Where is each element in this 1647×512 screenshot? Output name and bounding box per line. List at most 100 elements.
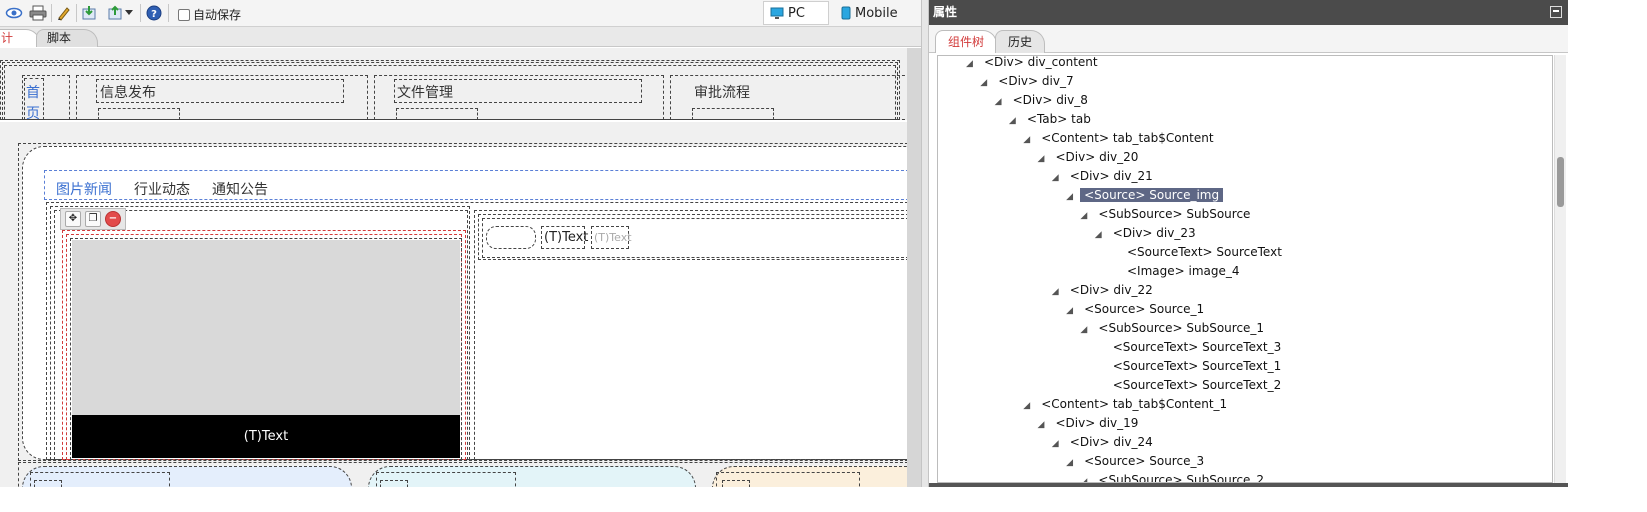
expand-triangle-icon[interactable]: ◢ <box>1080 321 1094 340</box>
tree-node[interactable]: <SourceText> SourceText_3 <box>1095 338 1286 357</box>
tab-component-tree[interactable]: 组件树 <box>935 30 998 53</box>
tree-node[interactable]: ◢ <Div> div_24 <box>1052 433 1157 452</box>
nav-approval[interactable]: 审批流程 <box>694 82 750 102</box>
tree-node-label: <SubSource> SubSource <box>1098 207 1251 221</box>
tree-node[interactable]: ◢ <SubSource> SubSource_1 <box>1080 319 1268 338</box>
tree-node[interactable]: ◢ <Source> Source_img <box>1066 186 1224 207</box>
expand-triangle-icon[interactable]: ◢ <box>1023 397 1037 416</box>
expand-triangle-icon[interactable]: ◢ <box>1066 302 1080 321</box>
text-block-2[interactable]: (T)Text <box>591 226 632 249</box>
tree-node[interactable]: ◢ <Div> div_content <box>966 55 1102 74</box>
expand-triangle-icon[interactable]: ◢ <box>1023 131 1037 150</box>
expand-triangle-icon[interactable]: ◢ <box>1080 473 1094 482</box>
news-tab-0[interactable]: 图片新闻 <box>56 179 112 199</box>
tree-node[interactable]: ◢ <Div> div_19 <box>1038 414 1143 433</box>
tree-node[interactable]: <Image> image_4 <box>1109 262 1244 281</box>
tab-design[interactable]: 计 <box>0 29 40 47</box>
panel-title-text: 属性 <box>933 5 958 19</box>
tree-node-label: <Div> div_7 <box>998 74 1074 88</box>
tree-node-label: <Div> div_19 <box>1055 416 1139 430</box>
tree-node[interactable]: ◢ <SubSource> SubSource_2 <box>1080 471 1268 482</box>
image-caption[interactable]: (T)Text <box>72 415 460 458</box>
phone-icon <box>841 6 851 20</box>
text-block-1[interactable]: (T)Text <box>541 226 588 249</box>
nav-home[interactable]: 首 <box>26 82 40 102</box>
tree-node-label: <Div> div_content <box>984 55 1098 69</box>
tree-node[interactable]: ◢ <Source> Source_3 <box>1066 452 1208 471</box>
nav-info-publish[interactable]: 信息发布 <box>100 82 156 102</box>
tree-node-label: <Div> div_20 <box>1055 150 1139 164</box>
tree-node[interactable]: ◢ <Div> div_21 <box>1052 167 1157 186</box>
news-tab-2[interactable]: 通知公告 <box>212 179 268 199</box>
editor-tabs: 计 脚本 <box>0 27 921 47</box>
tab-history[interactable]: 历史 <box>995 30 1046 53</box>
tab-component-tree-label: 组件树 <box>948 35 985 49</box>
expand-triangle-icon[interactable]: ◢ <box>1052 435 1066 454</box>
expand-triangle-icon[interactable]: ◢ <box>1052 283 1066 302</box>
expand-triangle-icon[interactable]: ◢ <box>1038 416 1052 435</box>
tree-node-label: <Image> image_4 <box>1127 264 1240 278</box>
chevron-down-icon[interactable] <box>124 4 134 22</box>
tree-node-label: <Source> Source_img <box>1080 188 1224 202</box>
tree-node-label: <Div> div_21 <box>1069 169 1153 183</box>
nav-file-manage[interactable]: 文件管理 <box>397 82 453 102</box>
tab-design-label: 计 <box>1 31 14 45</box>
tree-node[interactable]: <SourceText> SourceText_2 <box>1095 376 1286 395</box>
tree-node[interactable]: ◢ <Content> tab_tab$Content <box>1023 129 1217 148</box>
pen-icon[interactable] <box>54 4 74 22</box>
panel-splitter[interactable] <box>921 0 929 487</box>
eye-icon[interactable] <box>4 4 24 22</box>
tree-node-label: <Div> div_22 <box>1069 283 1153 297</box>
delete-icon[interactable]: − <box>105 211 121 227</box>
import-icon[interactable] <box>80 4 100 22</box>
expand-triangle-icon[interactable]: ◢ <box>1066 188 1080 207</box>
print-icon[interactable] <box>28 4 48 22</box>
expand-triangle-icon[interactable]: ◢ <box>1052 169 1066 188</box>
tree-node-label: <SourceText> SourceText_1 <box>1112 359 1282 373</box>
tree-node-label: <Div> div_23 <box>1112 226 1196 240</box>
copy-icon[interactable]: ❐ <box>85 211 101 227</box>
panel-title: 属性 <box>929 0 1568 25</box>
device-mobile-label: Mobile <box>855 5 898 21</box>
tree-node[interactable]: ◢ <Div> div_23 <box>1095 224 1200 243</box>
tree-node-label: <Source> Source_3 <box>1084 454 1205 468</box>
tree-node[interactable]: <SourceText> SourceText <box>1109 243 1286 262</box>
tree-node[interactable]: ◢ <Content> tab_tab$Content_1 <box>1023 395 1231 414</box>
canvas-scrollbar[interactable] <box>907 48 921 487</box>
tree-node[interactable]: ◢ <SubSource> SubSource <box>1080 205 1254 224</box>
help-icon[interactable]: ? <box>144 4 164 22</box>
tree-node[interactable]: ◢ <Div> div_8 <box>995 91 1092 110</box>
tree-node[interactable]: ◢ <Div> div_7 <box>980 72 1077 91</box>
tree-node-label: <Tab> tab <box>1026 112 1091 126</box>
tree-node[interactable]: ◢ <Source> Source_1 <box>1066 300 1208 319</box>
tree-node[interactable]: <SourceText> SourceText_1 <box>1095 357 1286 376</box>
expand-triangle-icon[interactable]: ◢ <box>995 93 1009 112</box>
tab-script[interactable]: 脚本 <box>36 29 98 47</box>
expand-triangle-icon[interactable]: ◢ <box>966 56 980 74</box>
checkbox-icon[interactable] <box>178 8 190 21</box>
component-tree[interactable]: ◢ <Div> div_content ◢ <Div> div_7 ◢ <Div> div… <box>937 55 1553 483</box>
minimize-icon[interactable] <box>1550 6 1562 18</box>
tree-node-label: <SubSource> SubSource_1 <box>1098 321 1265 335</box>
component-mini-toolbar: ✥ ❐ − <box>60 208 126 230</box>
expand-triangle-icon[interactable]: ◢ <box>1038 150 1052 169</box>
tree-node[interactable]: ◢ <Div> div_22 <box>1052 281 1157 300</box>
expand-triangle-icon[interactable]: ◢ <box>1066 454 1080 473</box>
expand-triangle-icon[interactable]: ◢ <box>1095 226 1109 245</box>
device-mobile-button[interactable]: Mobile <box>835 1 915 25</box>
autosave-checkbox[interactable]: 自动保存 <box>178 6 241 23</box>
tree-node[interactable]: ◢ <Tab> tab <box>1009 110 1095 129</box>
device-pc-button[interactable]: PC <box>763 1 829 25</box>
design-canvas[interactable]: 首 页 信息发布 文件管理 审批流程 图片新闻 行业动态 通知公告 (T)Tex… <box>0 48 907 487</box>
tree-node[interactable]: ◢ <Div> div_20 <box>1038 148 1143 167</box>
image-placeholder[interactable] <box>72 240 460 415</box>
move-icon[interactable]: ✥ <box>65 211 81 227</box>
expand-triangle-icon[interactable]: ◢ <box>1009 112 1023 131</box>
expand-triangle-icon[interactable]: ◢ <box>980 74 994 93</box>
scrollbar-thumb[interactable] <box>1557 157 1564 207</box>
tree-scrollbar[interactable] <box>1554 55 1566 483</box>
news-tab-1[interactable]: 行业动态 <box>134 179 190 199</box>
export-icon[interactable] <box>106 4 126 22</box>
expand-triangle-icon[interactable]: ◢ <box>1080 207 1094 226</box>
text-placeholder-rounded[interactable] <box>486 226 536 249</box>
